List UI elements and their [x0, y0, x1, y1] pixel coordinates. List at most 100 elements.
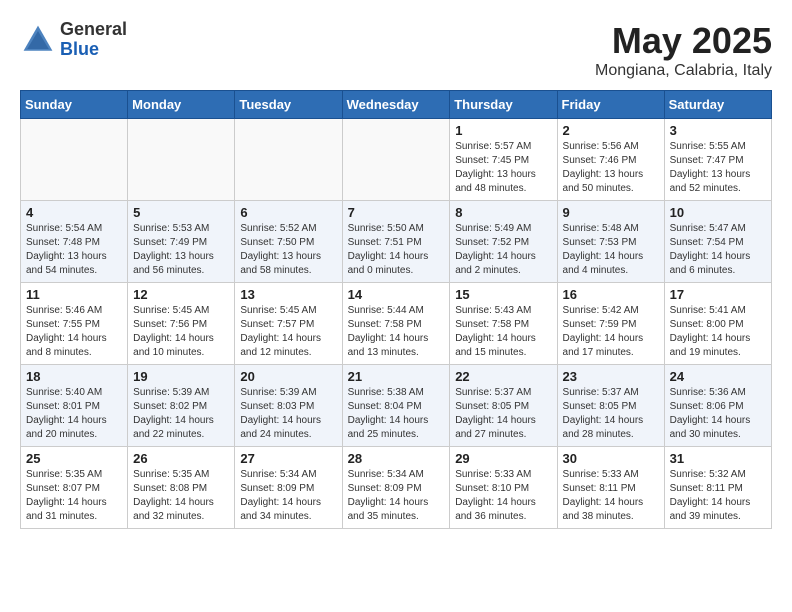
page-header: General Blue May 2025 Mongiana, Calabria… [20, 20, 772, 80]
calendar-cell: 8Sunrise: 5:49 AM Sunset: 7:52 PM Daylig… [450, 201, 557, 283]
day-info: Sunrise: 5:38 AM Sunset: 8:04 PM Dayligh… [348, 386, 445, 442]
calendar-cell: 5Sunrise: 5:53 AM Sunset: 7:49 PM Daylig… [128, 201, 235, 283]
calendar-cell: 17 Sunrise: 5:41 AM Sunset: 8:00 PM Dayli… [664, 283, 771, 365]
calendar-cell: 30 Sunrise: 5:33 AM Sunset: 8:11 PM Dayli… [557, 447, 664, 529]
weekday-header-thursday: Thursday [450, 91, 557, 119]
day-info: Sunrise: 5:41 AM Sunset: 8:00 PM Dayligh… [670, 304, 766, 360]
week-row-4: 18 Sunrise: 5:40 AM Sunset: 8:01 PM Dayli… [21, 365, 772, 447]
day-number: 27 [240, 451, 336, 466]
day-info: Sunrise: 5:32 AM Sunset: 8:11 PM Dayligh… [670, 468, 766, 524]
weekday-header-sunday: Sunday [21, 91, 128, 119]
day-info: Sunrise: 5:34 AM Sunset: 8:09 PM Dayligh… [240, 468, 336, 524]
day-info: Sunrise: 5:39 AM Sunset: 8:02 PM Dayligh… [133, 386, 229, 442]
calendar-cell: 18 Sunrise: 5:40 AM Sunset: 8:01 PM Dayli… [21, 365, 128, 447]
calendar-cell: 1Sunrise: 5:57 AM Sunset: 7:45 PM Daylig… [450, 119, 557, 201]
day-info: Sunrise: 5:49 AM Sunset: 7:52 PM Dayligh… [455, 222, 551, 278]
calendar-cell [21, 119, 128, 201]
day-number: 9 [563, 205, 659, 220]
day-number: 25 [26, 451, 122, 466]
day-info: Sunrise: 5:48 AM Sunset: 7:53 PM Dayligh… [563, 222, 659, 278]
logo-blue-text: Blue [60, 40, 127, 60]
day-number: 29 [455, 451, 551, 466]
calendar-cell: 14 Sunrise: 5:44 AM Sunset: 7:58 PM Dayli… [342, 283, 450, 365]
week-row-2: 4 Sunrise: 5:54 AM Sunset: 7:48 PM Daylig… [21, 201, 772, 283]
calendar-cell: 31 Sunrise: 5:32 AM Sunset: 8:11 PM Dayli… [664, 447, 771, 529]
logo-general-text: General [60, 20, 127, 40]
calendar-cell: 23 Sunrise: 5:37 AM Sunset: 8:05 PM Dayli… [557, 365, 664, 447]
day-info: Sunrise: 5:39 AM Sunset: 8:03 PM Dayligh… [240, 386, 336, 442]
calendar-table: SundayMondayTuesdayWednesdayThursdayFrid… [20, 90, 772, 529]
calendar-cell: 15 Sunrise: 5:43 AM Sunset: 7:58 PM Dayli… [450, 283, 557, 365]
day-info: Sunrise: 5:40 AM Sunset: 8:01 PM Dayligh… [26, 386, 122, 442]
title-block: May 2025 Mongiana, Calabria, Italy [595, 20, 772, 80]
weekday-header-row: SundayMondayTuesdayWednesdayThursdayFrid… [21, 91, 772, 119]
day-number: 11 [26, 287, 122, 302]
day-info: Sunrise: 5:50 AM Sunset: 7:51 PM Dayligh… [348, 222, 445, 278]
day-info: Sunrise: 5:54 AM Sunset: 7:48 PM Dayligh… [26, 222, 122, 278]
day-number: 5 [133, 205, 229, 220]
day-number: 21 [348, 369, 445, 384]
calendar-cell: 22Sunrise: 5:37 AM Sunset: 8:05 PM Dayli… [450, 365, 557, 447]
weekday-header-friday: Friday [557, 91, 664, 119]
day-info: Sunrise: 5:44 AM Sunset: 7:58 PM Dayligh… [348, 304, 445, 360]
calendar-cell: 9 Sunrise: 5:48 AM Sunset: 7:53 PM Daylig… [557, 201, 664, 283]
day-number: 24 [670, 369, 766, 384]
day-info: Sunrise: 5:45 AM Sunset: 7:57 PM Dayligh… [240, 304, 336, 360]
calendar-cell: 3Sunrise: 5:55 AM Sunset: 7:47 PM Daylig… [664, 119, 771, 201]
weekday-header-monday: Monday [128, 91, 235, 119]
day-info: Sunrise: 5:42 AM Sunset: 7:59 PM Dayligh… [563, 304, 659, 360]
calendar-cell: 7 Sunrise: 5:50 AM Sunset: 7:51 PM Daylig… [342, 201, 450, 283]
day-info: Sunrise: 5:52 AM Sunset: 7:50 PM Dayligh… [240, 222, 336, 278]
calendar-cell [342, 119, 450, 201]
day-number: 26 [133, 451, 229, 466]
day-info: Sunrise: 5:45 AM Sunset: 7:56 PM Dayligh… [133, 304, 229, 360]
day-info: Sunrise: 5:46 AM Sunset: 7:55 PM Dayligh… [26, 304, 122, 360]
day-info: Sunrise: 5:43 AM Sunset: 7:58 PM Dayligh… [455, 304, 551, 360]
week-row-1: 1Sunrise: 5:57 AM Sunset: 7:45 PM Daylig… [21, 119, 772, 201]
logo-text: General Blue [60, 20, 127, 60]
calendar-cell: 12 Sunrise: 5:45 AM Sunset: 7:56 PM Dayli… [128, 283, 235, 365]
day-number: 28 [348, 451, 445, 466]
day-number: 19 [133, 369, 229, 384]
weekday-header-saturday: Saturday [664, 91, 771, 119]
day-number: 3 [670, 123, 766, 138]
day-number: 18 [26, 369, 122, 384]
calendar-cell: 2 Sunrise: 5:56 AM Sunset: 7:46 PM Daylig… [557, 119, 664, 201]
day-number: 30 [563, 451, 659, 466]
weekday-header-tuesday: Tuesday [235, 91, 342, 119]
calendar-cell [235, 119, 342, 201]
day-info: Sunrise: 5:35 AM Sunset: 8:08 PM Dayligh… [133, 468, 229, 524]
calendar-cell: 27 Sunrise: 5:34 AM Sunset: 8:09 PM Dayli… [235, 447, 342, 529]
day-number: 23 [563, 369, 659, 384]
day-number: 10 [670, 205, 766, 220]
day-info: Sunrise: 5:37 AM Sunset: 8:05 PM Dayligh… [455, 386, 551, 442]
day-number: 20 [240, 369, 336, 384]
day-number: 4 [26, 205, 122, 220]
calendar-cell: 26 Sunrise: 5:35 AM Sunset: 8:08 PM Dayli… [128, 447, 235, 529]
day-number: 6 [240, 205, 336, 220]
calendar-cell: 25Sunrise: 5:35 AM Sunset: 8:07 PM Dayli… [21, 447, 128, 529]
weekday-header-wednesday: Wednesday [342, 91, 450, 119]
calendar-cell: 4 Sunrise: 5:54 AM Sunset: 7:48 PM Daylig… [21, 201, 128, 283]
calendar-cell: 19 Sunrise: 5:39 AM Sunset: 8:02 PM Dayli… [128, 365, 235, 447]
calendar-cell: 10Sunrise: 5:47 AM Sunset: 7:54 PM Dayli… [664, 201, 771, 283]
day-number: 31 [670, 451, 766, 466]
day-number: 14 [348, 287, 445, 302]
day-number: 12 [133, 287, 229, 302]
day-info: Sunrise: 5:34 AM Sunset: 8:09 PM Dayligh… [348, 468, 445, 524]
calendar-cell: 28 Sunrise: 5:34 AM Sunset: 8:09 PM Dayli… [342, 447, 450, 529]
day-info: Sunrise: 5:37 AM Sunset: 8:05 PM Dayligh… [563, 386, 659, 442]
month-title: May 2025 [595, 20, 772, 62]
day-number: 7 [348, 205, 445, 220]
day-number: 15 [455, 287, 551, 302]
day-info: Sunrise: 5:57 AM Sunset: 7:45 PM Dayligh… [455, 140, 551, 196]
day-number: 2 [563, 123, 659, 138]
day-number: 17 [670, 287, 766, 302]
day-info: Sunrise: 5:36 AM Sunset: 8:06 PM Dayligh… [670, 386, 766, 442]
calendar-cell: 16Sunrise: 5:42 AM Sunset: 7:59 PM Dayli… [557, 283, 664, 365]
logo: General Blue [20, 20, 127, 60]
calendar-cell: 6 Sunrise: 5:52 AM Sunset: 7:50 PM Daylig… [235, 201, 342, 283]
day-info: Sunrise: 5:56 AM Sunset: 7:46 PM Dayligh… [563, 140, 659, 196]
day-info: Sunrise: 5:33 AM Sunset: 8:11 PM Dayligh… [563, 468, 659, 524]
day-number: 13 [240, 287, 336, 302]
